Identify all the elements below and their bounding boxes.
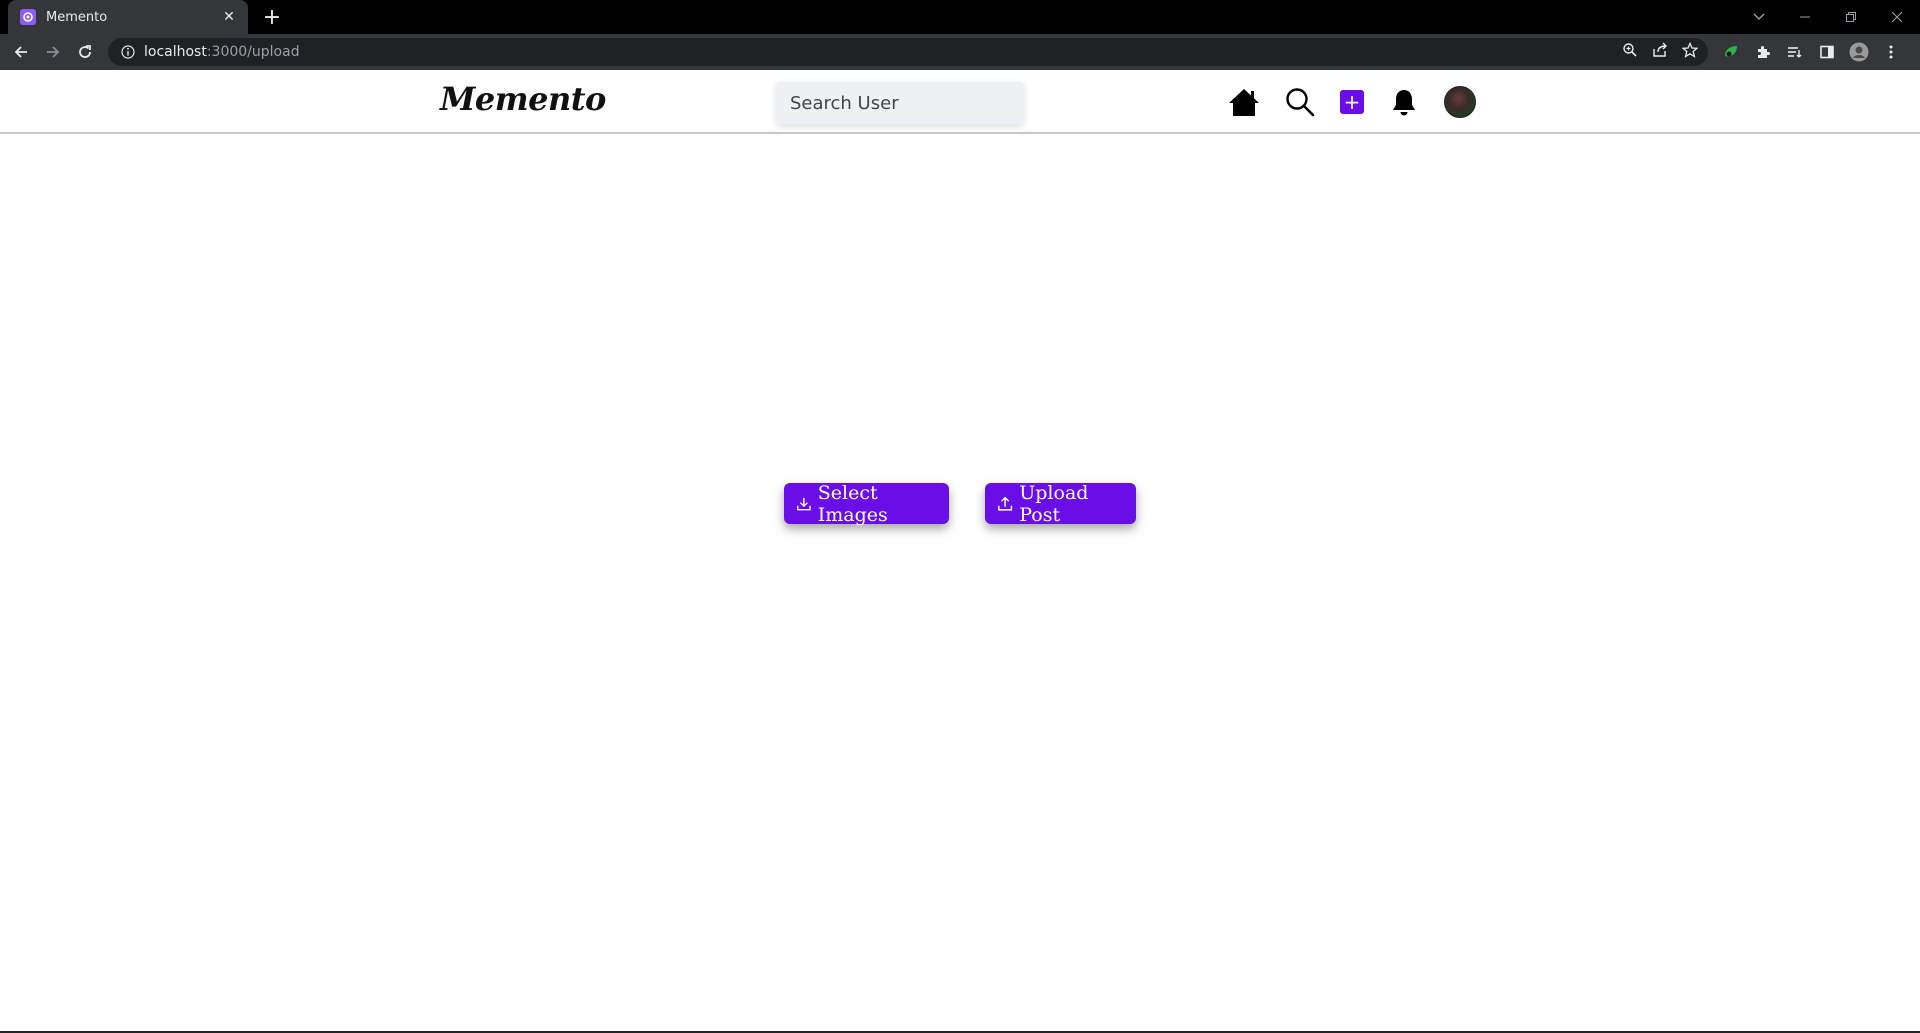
- minimize-icon[interactable]: [1782, 0, 1828, 34]
- app-header: Memento +: [0, 70, 1920, 134]
- browser-menu-icon[interactable]: [1880, 41, 1902, 63]
- upload-icon: [998, 496, 1013, 511]
- search-user-input[interactable]: [776, 82, 1024, 124]
- forward-icon[interactable]: [40, 39, 66, 65]
- extension-leaf-icon[interactable]: [1720, 41, 1742, 63]
- address-bar[interactable]: localhost:3000/upload: [108, 38, 1708, 66]
- tab-title: Memento: [46, 9, 108, 25]
- upload-post-button[interactable]: Upload Post: [985, 481, 1136, 526]
- bell-icon[interactable]: [1386, 84, 1422, 120]
- url-path: :3000/upload: [206, 44, 300, 60]
- profile-avatar-icon[interactable]: [1848, 41, 1870, 63]
- plus-icon: +: [1340, 90, 1364, 114]
- add-post-icon[interactable]: +: [1334, 84, 1370, 120]
- url-host: localhost: [144, 44, 207, 60]
- browser-toolbar: localhost:3000/upload: [0, 34, 1920, 70]
- reading-list-icon[interactable]: [1784, 41, 1806, 63]
- memento-favicon-icon: [20, 9, 36, 25]
- window-controls: [1736, 0, 1920, 34]
- home-icon[interactable]: [1226, 84, 1262, 120]
- restore-icon[interactable]: [1828, 0, 1874, 34]
- browser-tabstrip: Memento ✕ +: [0, 0, 1920, 34]
- side-panel-icon[interactable]: [1816, 41, 1838, 63]
- url-text: localhost:3000/upload: [144, 44, 300, 60]
- bookmark-star-icon[interactable]: [1681, 41, 1699, 62]
- browser-tab[interactable]: Memento ✕: [8, 0, 248, 34]
- upload-post-label: Upload Post: [1019, 481, 1089, 526]
- user-avatar[interactable]: [1442, 84, 1478, 120]
- reload-icon[interactable]: [72, 39, 98, 65]
- download-icon: [797, 497, 811, 510]
- avatar-image: [1444, 86, 1476, 118]
- new-tab-icon[interactable]: +: [260, 5, 284, 30]
- back-icon[interactable]: [8, 39, 34, 65]
- tab-search-icon[interactable]: [1736, 0, 1782, 34]
- search-icon[interactable]: [1282, 84, 1318, 120]
- memento-logo[interactable]: Memento: [440, 80, 606, 118]
- extensions-area: [1720, 39, 1902, 65]
- site-info-icon[interactable]: [120, 44, 136, 60]
- share-icon[interactable]: [1652, 42, 1668, 62]
- select-images-label: Select Images: [817, 481, 888, 526]
- select-images-button[interactable]: Select Images: [784, 481, 949, 526]
- extensions-puzzle-icon[interactable]: [1752, 41, 1774, 63]
- zoom-icon[interactable]: [1622, 42, 1638, 62]
- close-window-icon[interactable]: [1874, 0, 1920, 34]
- tab-close-icon[interactable]: ✕: [220, 9, 238, 25]
